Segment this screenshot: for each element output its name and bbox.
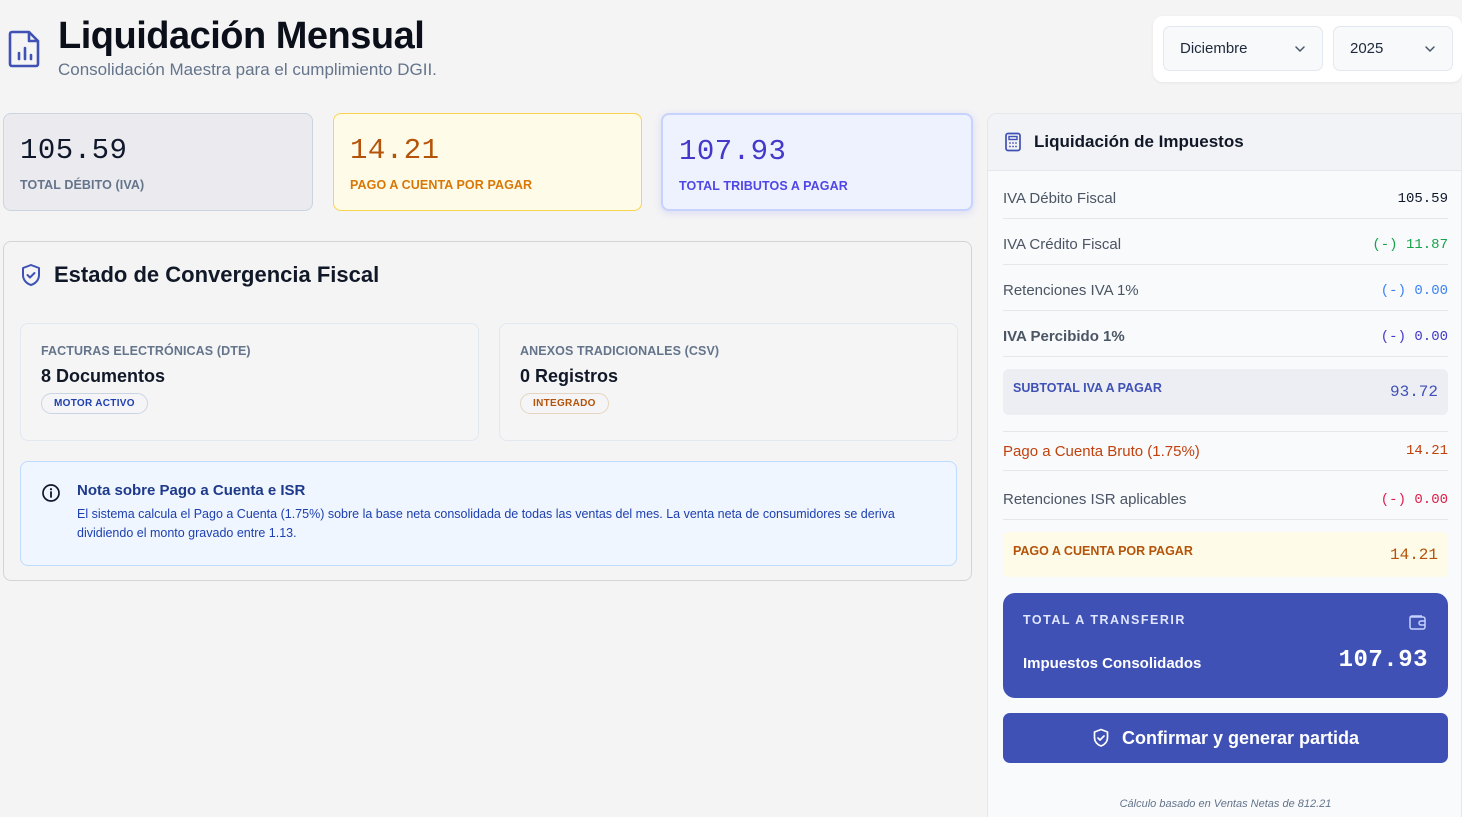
kpi-total-tributos: 107.93 TOTAL TRIBUTOS A PAGAR xyxy=(661,113,973,211)
subtotal-label: SUBTOTAL IVA A PAGAR xyxy=(1013,381,1162,395)
row-label: Retenciones IVA 1% xyxy=(1003,282,1139,299)
month-select[interactable]: Diciembre xyxy=(1163,26,1323,71)
note-body: El sistema calcula el Pago a Cuenta (1.7… xyxy=(77,507,895,540)
convergence-header: Estado de Convergencia Fiscal xyxy=(20,262,379,288)
subtotal-pago-cuenta: PAGO A CUENTA POR PAGAR 14.21 xyxy=(1003,532,1448,577)
dte-card: FACTURAS ELECTRÓNICAS (DTE) 8 Documentos… xyxy=(20,323,479,441)
footnote: Cálculo basado en Ventas Netas de 812.21 xyxy=(1119,798,1332,810)
row-iva-credito: IVA Crédito Fiscal (-) 11.87 xyxy=(1003,225,1448,265)
convergence-panel: Estado de Convergencia Fiscal FACTURAS E… xyxy=(3,241,972,581)
calculator-icon xyxy=(1005,132,1021,152)
subtotal-value: 93.72 xyxy=(1389,383,1438,401)
page-header: Liquidación Mensual Consolidación Maestr… xyxy=(8,14,437,80)
row-label: IVA Débito Fiscal xyxy=(1003,190,1117,207)
row-iva-debito: IVA Débito Fiscal 105.59 xyxy=(1003,179,1448,219)
dte-count: 8 Documentos xyxy=(41,366,166,386)
liquidacion-title: Liquidación de Impuestos xyxy=(1034,132,1244,151)
wallet-icon xyxy=(1409,615,1426,630)
row-pago-cuenta-bruto: Pago a Cuenta Bruto (1.75%) 14.21 xyxy=(1003,431,1448,471)
total-transfer-card: TOTAL A TRANSFERIR Impuestos Consolidado… xyxy=(1003,593,1448,698)
csv-card: ANEXOS TRADICIONALES (CSV) 0 Registros I… xyxy=(499,323,958,441)
kpi-value: 107.93 xyxy=(679,135,787,168)
row-value: (-) 0.00 xyxy=(1380,282,1448,299)
kpi-label: PAGO A CUENTA POR PAGAR xyxy=(350,178,533,192)
confirm-generate-button[interactable]: Confirmar y generar partida xyxy=(1003,713,1448,763)
row-label: IVA Crédito Fiscal xyxy=(1003,236,1122,253)
kpi-label: TOTAL DÉBITO (IVA) xyxy=(20,178,145,192)
subtotal-label: PAGO A CUENTA POR PAGAR xyxy=(1013,544,1193,558)
kpi-pago-cuenta: 14.21 PAGO A CUENTA POR PAGAR xyxy=(333,113,642,211)
page-subtitle: Consolidación Maestra para el cumplimien… xyxy=(58,60,437,79)
row-value: 14.21 xyxy=(1405,443,1448,459)
kpi-total-debito: 105.59 TOTAL DÉBITO (IVA) xyxy=(3,113,313,211)
csv-label: ANEXOS TRADICIONALES (CSV) xyxy=(520,344,720,358)
kpi-label: TOTAL TRIBUTOS A PAGAR xyxy=(679,179,848,193)
row-value: 105.59 xyxy=(1397,190,1448,207)
row-retenciones-iva: Retenciones IVA 1% (-) 0.00 xyxy=(1003,271,1448,311)
dte-label: FACTURAS ELECTRÓNICAS (DTE) xyxy=(41,344,251,358)
transfer-value: 107.93 xyxy=(1338,647,1428,674)
row-value: (-) 0.00 xyxy=(1380,328,1448,345)
kpi-value: 105.59 xyxy=(20,134,128,167)
transfer-sublabel: Impuestos Consolidados xyxy=(1023,655,1202,672)
year-select-value: 2025 xyxy=(1350,40,1384,57)
row-value: (-) 11.87 xyxy=(1372,236,1448,253)
chevron-down-icon xyxy=(1295,45,1305,52)
info-icon xyxy=(42,484,60,502)
row-label: IVA Percibido 1% xyxy=(1003,328,1125,345)
year-select[interactable]: 2025 xyxy=(1333,26,1453,71)
period-selector: Diciembre 2025 xyxy=(1153,16,1462,82)
csv-count: 0 Registros xyxy=(520,366,619,386)
report-chart-icon xyxy=(8,30,40,68)
kpi-value: 14.21 xyxy=(350,134,440,167)
status-badge: INTEGRADO xyxy=(520,393,609,414)
page-title: Liquidación Mensual xyxy=(58,15,425,57)
month-select-value: Diciembre xyxy=(1180,40,1248,57)
row-label: Pago a Cuenta Bruto (1.75%) xyxy=(1003,442,1200,460)
subtotal-iva: SUBTOTAL IVA A PAGAR 93.72 xyxy=(1003,369,1448,415)
transfer-label: TOTAL A TRANSFERIR xyxy=(1023,613,1186,627)
row-value: (-) 0.00 xyxy=(1380,491,1448,508)
info-note: Nota sobre Pago a Cuenta e ISR El sistem… xyxy=(20,461,957,566)
shield-check-icon xyxy=(1093,728,1109,747)
row-retenciones-isr: Retenciones ISR aplicables (-) 0.00 xyxy=(1003,480,1448,520)
subtotal-value: 14.21 xyxy=(1389,546,1438,564)
convergence-title: Estado de Convergencia Fiscal xyxy=(54,262,380,287)
status-badge: MOTOR ACTIVO xyxy=(41,393,148,414)
row-iva-percibido: IVA Percibido 1% (-) 0.00 xyxy=(1003,317,1448,357)
shield-check-icon xyxy=(22,264,40,286)
chevron-down-icon xyxy=(1425,45,1435,52)
row-label: Retenciones ISR aplicables xyxy=(1003,491,1187,508)
liquidacion-header: Liquidación de Impuestos xyxy=(988,114,1461,171)
confirm-button-label: Confirmar y generar partida xyxy=(1121,727,1360,748)
note-title: Nota sobre Pago a Cuenta e ISR xyxy=(77,482,306,499)
